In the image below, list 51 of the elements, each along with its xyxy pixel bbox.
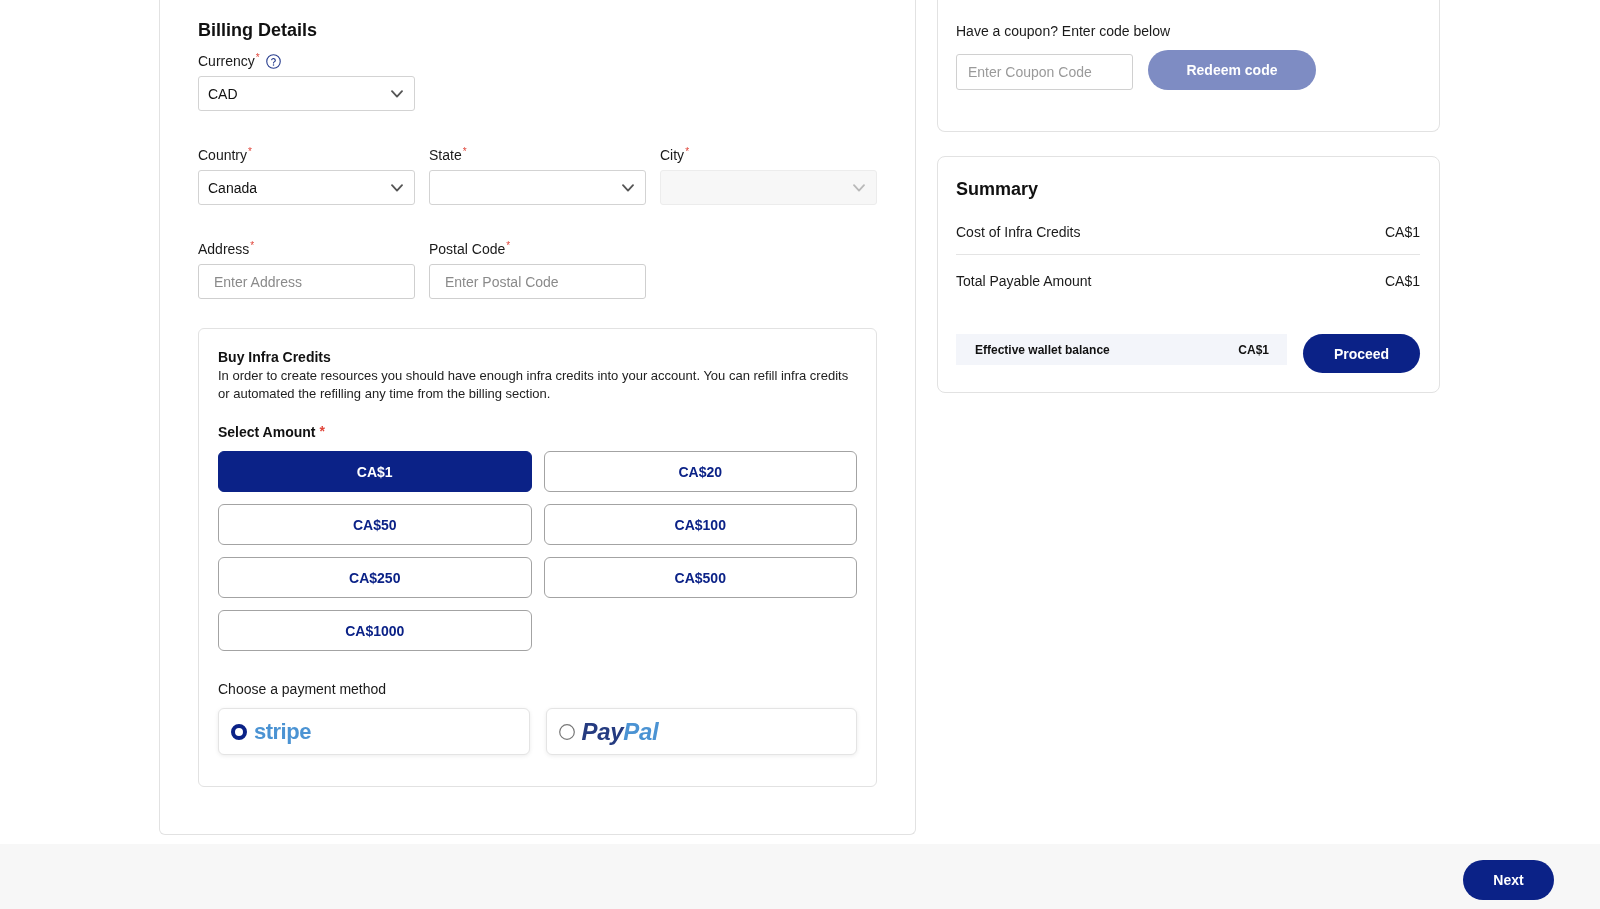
summary-label: Total Payable Amount bbox=[956, 272, 1092, 291]
wallet-value: CA$1 bbox=[1238, 342, 1269, 357]
amount-option[interactable]: CA$20 bbox=[543, 451, 857, 492]
required-asterisk: * bbox=[462, 145, 467, 159]
dropdown-field[interactable] bbox=[429, 170, 646, 205]
help-icon[interactable] bbox=[265, 54, 281, 69]
panel-heading: Buy Infra Credits bbox=[218, 348, 332, 367]
field-label: Postal Code bbox=[429, 240, 506, 259]
required-asterisk: * bbox=[255, 51, 260, 65]
summary-label: Cost of Infra Credits bbox=[956, 223, 1081, 242]
amount-option[interactable]: CA$100 bbox=[543, 504, 857, 545]
chevron-down-icon bbox=[391, 89, 403, 98]
radio-icon[interactable] bbox=[558, 723, 575, 740]
dropdown-field[interactable]: CAD bbox=[198, 76, 415, 111]
logo-wordmark: stripe bbox=[254, 717, 311, 746]
section-heading: Summary bbox=[956, 178, 1040, 201]
field-label: Currency bbox=[198, 52, 255, 71]
logo-wordmark: PayPal bbox=[581, 717, 659, 746]
amount-option[interactable]: CA$250 bbox=[218, 557, 532, 598]
chevron-down-icon bbox=[622, 183, 634, 192]
required-asterisk: * bbox=[248, 145, 252, 159]
amount-option[interactable]: CA$1 bbox=[218, 451, 532, 492]
required-asterisk: * bbox=[506, 239, 511, 253]
amount-option[interactable]: CA$50 bbox=[218, 504, 532, 545]
required-asterisk: * bbox=[685, 145, 690, 159]
amount-option[interactable]: CA$500 bbox=[543, 557, 857, 598]
field-label: Have a coupon? Enter code below bbox=[956, 22, 1172, 41]
summary-value: CA$1 bbox=[1384, 223, 1420, 242]
required-asterisk: * bbox=[319, 422, 325, 440]
chevron-down-icon bbox=[853, 183, 865, 192]
summary-value: CA$1 bbox=[1384, 272, 1420, 291]
wallet-label: Effective wallet balance bbox=[975, 342, 1110, 357]
field-label: City bbox=[660, 146, 685, 165]
text-field[interactable]: Enter Postal Code bbox=[429, 264, 646, 299]
text-field[interactable]: Enter Address bbox=[198, 264, 415, 299]
amount-option[interactable]: CA$1000 bbox=[218, 610, 532, 651]
section-heading: Billing Details bbox=[198, 19, 319, 42]
description-text: In order to create resources you should have enough infra credits into your account. You can refill infra credits or automated the refilling any time from the billing section. bbox=[218, 367, 850, 402]
payment-option[interactable]: PayPal bbox=[545, 708, 857, 755]
coupon-field[interactable]: Enter Coupon Code bbox=[956, 54, 1133, 90]
next-button[interactable]: Next bbox=[1463, 860, 1554, 900]
radio-icon[interactable] bbox=[231, 723, 247, 740]
field-label: State bbox=[429, 146, 462, 165]
dropdown-field[interactable]: Canada bbox=[198, 170, 415, 205]
field-label: Country bbox=[198, 146, 248, 165]
field-label: Select Amount bbox=[218, 423, 316, 442]
field-label: Choose a payment method bbox=[218, 680, 388, 699]
required-asterisk: * bbox=[250, 239, 255, 253]
chevron-down-icon bbox=[391, 183, 403, 192]
field-label: Address bbox=[198, 240, 250, 259]
proceed-button[interactable]: Proceed bbox=[1303, 334, 1420, 373]
